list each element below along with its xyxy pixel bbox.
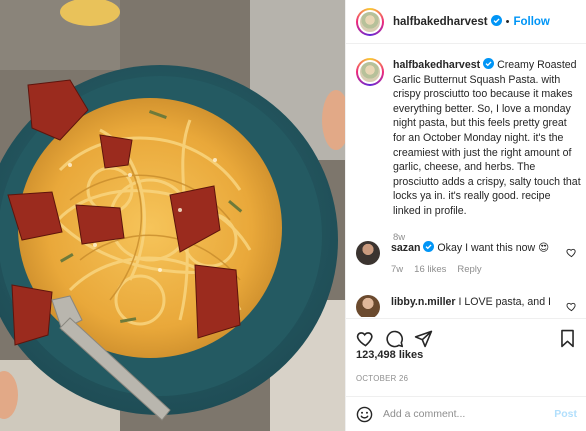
header-separator: •	[505, 15, 510, 28]
comment-bubble-icon[interactable]	[385, 329, 404, 348]
post-header: halfbakedharvest • Follow	[346, 0, 586, 44]
comment-item: sazan Okay I want this now 😍 7w 16 likes…	[356, 241, 581, 277]
add-comment-bar: Post	[346, 396, 586, 431]
instagram-post: halfbakedharvest • Follow halfbakedharve…	[0, 0, 586, 431]
author-username-text[interactable]: halfbakedharvest	[393, 16, 488, 28]
verified-badge-icon	[483, 58, 495, 69]
comment-heart-icon[interactable]	[566, 301, 577, 312]
comment-item: libby.n.miller I LOVE pasta, and I	[356, 295, 581, 317]
author-username[interactable]: halfbakedharvest	[393, 15, 502, 28]
verified-badge-icon	[490, 15, 502, 26]
heart-icon[interactable]	[356, 329, 375, 348]
post-photo[interactable]	[0, 0, 345, 431]
caption-author-avatar[interactable]	[356, 58, 384, 86]
post-caption: halfbakedharvest Creamy Roasted Garlic B…	[356, 58, 581, 245]
comment-text: Okay I want this now 😍	[437, 242, 550, 254]
pasta-bowl-image	[0, 0, 345, 431]
add-comment-input[interactable]	[383, 408, 555, 420]
caption-body: halfbakedharvest Creamy Roasted Garlic B…	[393, 58, 581, 245]
comment-body: libby.n.miller I LOVE pasta, and I	[391, 295, 563, 317]
commenter-username[interactable]: sazan	[391, 242, 420, 254]
comment-heart-icon[interactable]	[566, 247, 577, 258]
commenter-avatar[interactable]	[356, 295, 380, 317]
comment-text: I LOVE pasta, and I	[458, 296, 551, 308]
caption-text: Creamy Roasted Garlic Butternut Squash P…	[393, 59, 581, 217]
comment-meta: 7w 16 likes Reply	[391, 263, 563, 277]
caption-username[interactable]: halfbakedharvest	[393, 59, 480, 71]
smiley-icon[interactable]	[356, 406, 373, 423]
commenter-username[interactable]: libby.n.miller	[391, 296, 456, 308]
reply-button[interactable]: Reply	[457, 263, 481, 277]
follow-button[interactable]: Follow	[513, 16, 549, 28]
author-avatar[interactable]	[356, 7, 384, 36]
post-comment-button[interactable]: Post	[554, 408, 577, 420]
verified-badge-icon	[423, 241, 435, 252]
bookmark-icon[interactable]	[558, 329, 577, 348]
comment-age: 7w	[391, 264, 404, 275]
likes-count[interactable]: 123,498 likes	[356, 349, 423, 361]
comment-likes[interactable]: 16 likes	[414, 263, 446, 277]
comments-list[interactable]: halfbakedharvest Creamy Roasted Garlic B…	[346, 45, 586, 317]
post-date[interactable]: OCTOBER 26	[356, 374, 408, 383]
comment-body: sazan Okay I want this now 😍 7w 16 likes…	[391, 241, 563, 277]
paper-plane-icon[interactable]	[414, 329, 433, 348]
commenter-avatar[interactable]	[356, 241, 380, 265]
post-side-panel: halfbakedharvest • Follow halfbakedharve…	[345, 0, 586, 431]
